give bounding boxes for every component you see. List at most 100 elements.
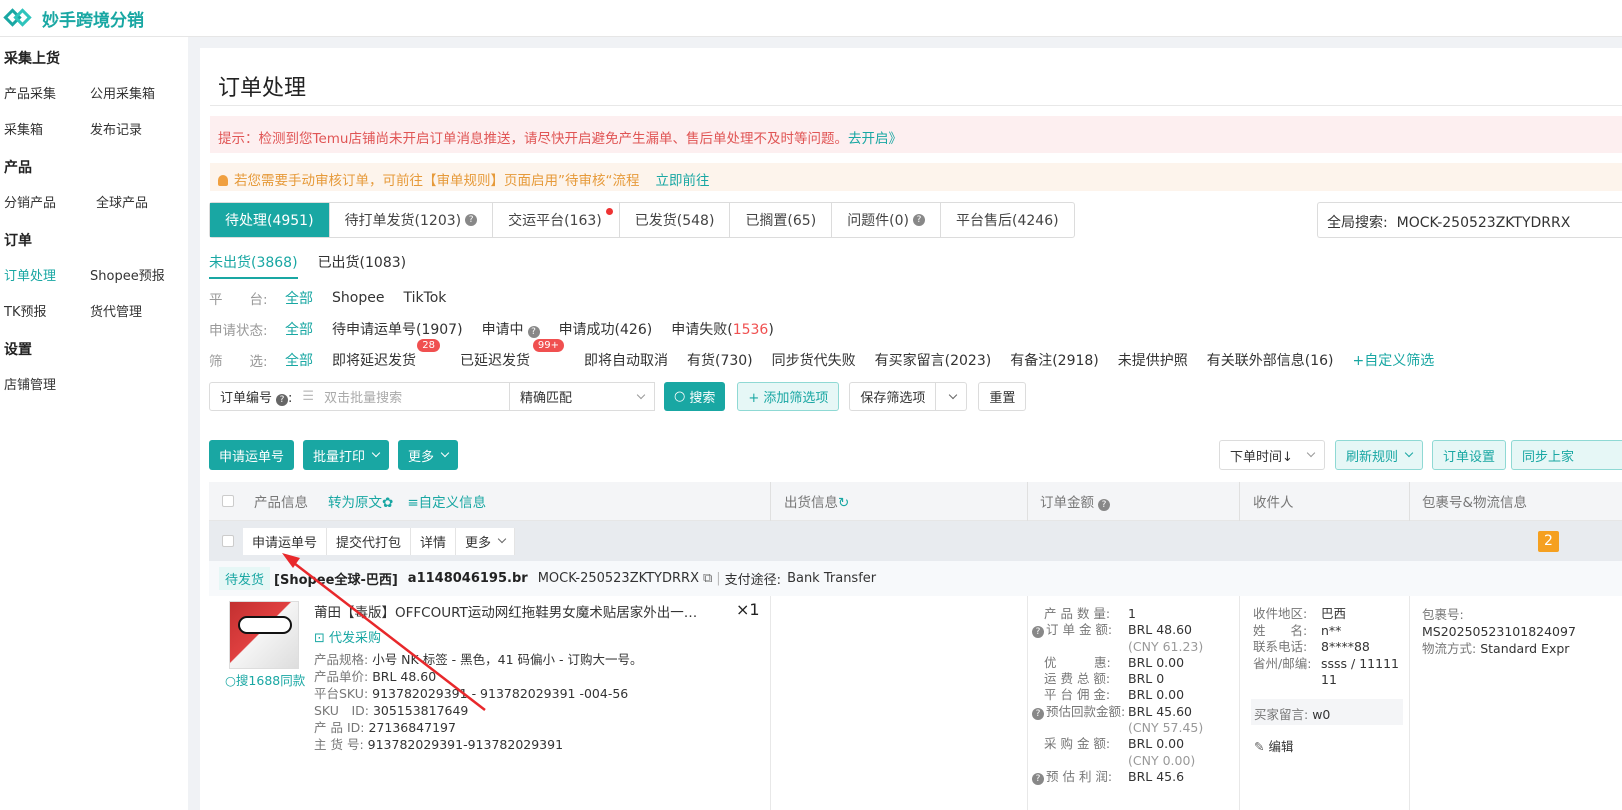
status-success[interactable]: 申请成功(426) [559, 319, 653, 339]
copy-icon[interactable]: ⧉ [703, 571, 712, 586]
refresh-rule-button[interactable]: 刷新规则 [1335, 440, 1424, 470]
platform-filter: 平 台: 全部 Shopee TikTok [209, 288, 447, 308]
platform-all[interactable]: 全部 [285, 288, 313, 308]
sidebar-group-product: 产品 [4, 160, 32, 176]
audit-notice-text: 若您需要手动审核订单，可前往【审单规则】页面启用”待审核“流程 [234, 173, 640, 189]
order-row: ○搜1688同款 莆田【毒版】OFFCOURT运动网红拖鞋男女魔术贴居家外出一…… [209, 596, 1622, 810]
sidebar-item-collect-box[interactable]: 采集箱 [0, 119, 90, 138]
batch-print-button[interactable]: 批量打印 [303, 440, 390, 470]
subtab-unshipped[interactable]: 未出货(3868) [209, 252, 298, 279]
sort-select[interactable]: 下单时间↓ [1219, 440, 1325, 470]
tab-handover[interactable]: 交运平台(163) [493, 203, 620, 237]
order-settings-button[interactable]: 订单设置 [1432, 440, 1507, 470]
tab-problem[interactable]: 问题件(0)? [832, 203, 942, 237]
top-bar: 妙手跨境分销 [0, 0, 1622, 37]
status-to-apply[interactable]: 待申请运单号(1907) [332, 319, 463, 339]
chevron-down-icon [497, 534, 507, 544]
screen-no-passport[interactable]: 未提供护照 [1118, 350, 1188, 370]
sidebar-item-publish-log[interactable]: 发布记录 [90, 119, 142, 138]
sidebar-item-order-process[interactable]: 订单处理 [0, 265, 90, 284]
tab-pending[interactable]: 待处理(4951) [210, 203, 330, 237]
product-image[interactable] [229, 601, 299, 669]
chevron-down-icon [1404, 448, 1414, 458]
status-badge: 待发货 [219, 567, 271, 590]
tab-shelved[interactable]: 已搁置(65) [730, 203, 833, 237]
screen-in-stock[interactable]: 有货(730) [687, 350, 753, 370]
submit-pack-button[interactable]: 提交代打包 [327, 527, 412, 555]
refresh-icon: ↻ [838, 495, 850, 511]
product-details: 产品规格: 小号 NK 标签 - 黑色，41 码偏小 - 订购大一号。 产品单价… [314, 652, 643, 752]
sidebar-item-forwarder[interactable]: 货代管理 [90, 301, 142, 320]
platform-tiktok[interactable]: TikTok [403, 290, 446, 306]
audit-notice: 若您需要手动审核订单，可前往【审单规则】页面启用”待审核“流程 立即前往 [210, 163, 1622, 191]
order-info-row: 待发货 [Shopee全球-巴西] a1148046195.br MOCK-25… [209, 561, 1622, 596]
screen-delayed[interactable]: 已延迟发货 99+ [460, 339, 564, 370]
apply-waybill-button[interactable]: 申请运单号 [209, 440, 295, 470]
reset-button[interactable]: 重置 [978, 382, 1027, 411]
screen-soon-delay[interactable]: 即将延迟发货 28 [332, 339, 440, 370]
product-qty: ×1 [736, 600, 760, 619]
search-button[interactable]: ○ 搜索 [664, 382, 726, 411]
action-row: 申请运单号 批量打印 更多 [209, 440, 459, 470]
screen-sync-fail[interactable]: 同步货代失败 [772, 350, 856, 370]
sidebar-item-shopee-forecast[interactable]: Shopee预报 [90, 265, 165, 284]
select-all-checkbox[interactable] [222, 495, 234, 507]
screen-remark[interactable]: 有备注(2918) [1010, 350, 1099, 370]
screen-buyer-msg[interactable]: 有买家留言(2023) [875, 350, 992, 370]
sidebar-item-tk-forecast[interactable]: TK预报 [0, 301, 90, 320]
sidebar-item-product-collect[interactable]: 产品采集 [0, 83, 90, 102]
sidebar-item-dist-product[interactable]: 分销产品 [0, 192, 90, 211]
tab-after-sale[interactable]: 平台售后(4246) [941, 203, 1074, 237]
logo-icon [3, 7, 32, 29]
sync-button[interactable]: 同步上家 [1511, 440, 1622, 470]
sidebar-item-public-box[interactable]: 公用采集箱 [90, 83, 155, 102]
col-amount: 订单金额? [1040, 491, 1110, 511]
global-search-input[interactable]: 全局搜索: MOCK-250523ZKTYDRRX [1317, 202, 1622, 238]
buyer-message: 买家留言: w0 [1251, 699, 1403, 725]
sidebar: 采集上货 产品采集 公用采集箱 采集箱 发布记录 产品 分销产品 全球产品 订单 订单… [0, 37, 188, 810]
save-filter-button[interactable]: 保存筛选项 [849, 382, 937, 411]
order-no-input[interactable]: 订单编号?: ☰ 双击批量搜索 [209, 382, 510, 411]
custom-filter-link[interactable]: +自定义筛选 [1353, 350, 1435, 370]
status-all[interactable]: 全部 [285, 319, 313, 339]
detail-button[interactable]: 详情 [411, 527, 457, 555]
page-title: 订单处理 [218, 76, 307, 101]
more-button[interactable]: 更多 [398, 440, 459, 470]
shipment-subtabs: 未出货(3868) 已出货(1083) [209, 252, 426, 279]
screen-external[interactable]: 有关联外部信息(16) [1207, 350, 1334, 370]
subtab-shipped[interactable]: 已出货(1083) [318, 252, 407, 279]
status-applying[interactable]: 申请中? [482, 319, 540, 339]
enable-push-link[interactable]: 去开启》 [848, 131, 902, 147]
sidebar-item-global-product[interactable]: 全球产品 [96, 192, 148, 211]
search-1688-link[interactable]: ○搜1688同款 [225, 670, 305, 689]
package-details: 包裹号: MS20250523101824097 物流方式: Standard … [1422, 607, 1576, 656]
go-now-link[interactable]: 立即前往 [656, 173, 710, 189]
sidebar-group-settings: 设置 [4, 342, 32, 358]
temu-notice-text: 提示：检测到您Temu店铺尚未开启订单消息推送，请尽快开启避免产生漏单、售后单处… [218, 131, 848, 147]
purchase-link[interactable]: ⊡ 代发采购 [314, 627, 381, 646]
screen-auto-cancel[interactable]: 即将自动取消 [584, 350, 668, 370]
table-header: 产品信息 转为原文✿ ≡自定义信息 出货信息↻ 订单金额? 收件人 包裹号&物流… [209, 482, 1622, 521]
app-name: 妙手跨境分销 [42, 10, 144, 31]
add-filter-button[interactable]: + 添加筛选项 [737, 382, 840, 411]
order-apply-waybill-button[interactable]: 申请运单号 [243, 527, 328, 555]
platform-shopee[interactable]: Shopee [332, 290, 384, 306]
status-failed[interactable]: 申请失败(1536) [671, 319, 774, 339]
main-content: 订单处理 提示：检测到您Temu店铺尚未开启订单消息推送，请尽快开启避免产生漏单… [200, 48, 1622, 810]
edit-link[interactable]: ✎ 编辑 [1254, 736, 1293, 755]
custom-info-link[interactable]: ≡自定义信息 [407, 491, 486, 511]
screen-all[interactable]: 全部 [285, 350, 313, 370]
match-select[interactable]: 精确匹配 [510, 382, 655, 411]
tab-to-print[interactable]: 待打单发货(1203)? [330, 203, 494, 237]
to-original-link[interactable]: 转为原文✿ [328, 491, 393, 511]
search-icon: ○ [225, 673, 236, 688]
notification-dot [605, 208, 613, 215]
sidebar-item-shop-manage[interactable]: 店铺管理 [0, 374, 90, 393]
order-checkbox[interactable] [222, 535, 234, 547]
chevron-down-icon [1306, 448, 1316, 458]
tab-shipped[interactable]: 已发货(548) [620, 203, 731, 237]
chevron-down-icon [636, 390, 646, 399]
save-filter-dropdown[interactable] [936, 382, 968, 411]
order-more-button[interactable]: 更多 [456, 527, 516, 555]
product-title[interactable]: 莆田【毒版】OFFCOURT运动网红拖鞋男女魔术贴居家外出一… [314, 601, 697, 621]
